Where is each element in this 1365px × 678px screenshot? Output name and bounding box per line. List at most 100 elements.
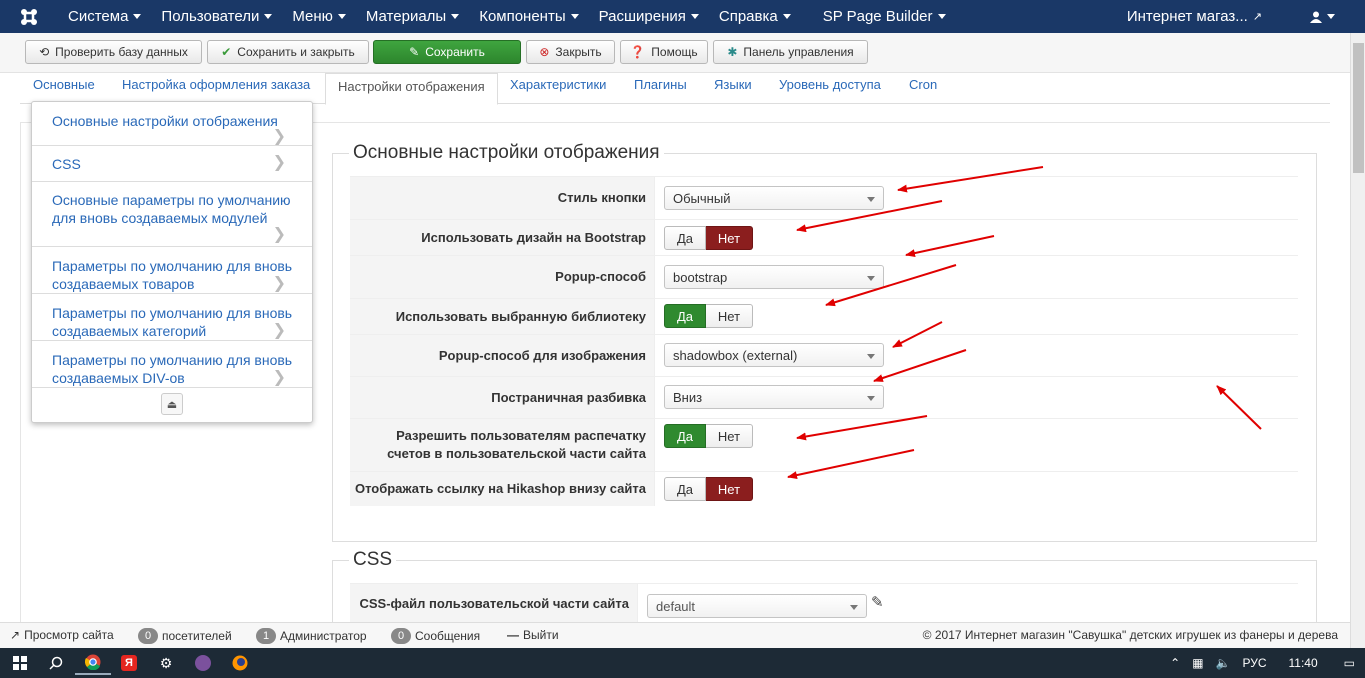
tab-cron[interactable]: Cron <box>909 77 937 92</box>
search-icon[interactable] <box>38 651 74 675</box>
caret-down-icon <box>133 14 142 19</box>
setting-row: Использовать выбранную библиотеку Да Нет <box>350 298 1298 334</box>
side-menu-item[interactable]: Параметры по умолчанию для вновь создава… <box>32 294 312 341</box>
image-popup-select[interactable]: shadowbox (external) <box>664 343 884 367</box>
chevron-right-icon: ❯ <box>272 128 286 145</box>
setting-row: Отображать ссылку на Hikashop внизу сайт… <box>350 471 1298 506</box>
section-title: Основные настройки отображения <box>349 142 664 164</box>
yandex-browser-icon[interactable]: Я <box>111 651 147 675</box>
tab-features[interactable]: Характеристики <box>510 77 606 92</box>
css-file-select[interactable]: default <box>647 594 867 618</box>
admins-status: 1 Администратор <box>256 628 367 644</box>
chevron-right-icon: ❯ <box>272 369 286 386</box>
section-title: CSS <box>349 549 397 571</box>
joomla-logo-icon[interactable] <box>0 0 58 33</box>
network-icon[interactable]: ▦ <box>1192 656 1203 670</box>
caret-down-icon <box>782 14 791 19</box>
yes-option[interactable]: Да <box>664 226 706 250</box>
popup-method-select[interactable]: bootstrap <box>664 265 884 289</box>
no-option[interactable]: Нет <box>706 304 753 328</box>
view-site-link[interactable]: ↗ Просмотр сайта <box>10 628 114 642</box>
chevron-up-icon[interactable]: ⌃ <box>1170 656 1180 670</box>
snowflake-icon: ✱ <box>727 45 738 59</box>
setting-row: Разрешить пользователям распечатку счето… <box>350 418 1298 471</box>
nav-menu-sp-page-builder[interactable]: SP Page Builder <box>813 0 956 33</box>
nav-menu-menus[interactable]: Меню <box>282 0 356 33</box>
chevron-right-icon: ❯ <box>272 275 286 292</box>
collapse-menu-button[interactable]: ⏏ <box>161 393 183 415</box>
windows-start-icon[interactable] <box>2 651 38 675</box>
messages-badge: 0 <box>391 628 411 644</box>
side-menu-item[interactable]: CSS ❯ <box>32 146 312 182</box>
control-panel-button[interactable]: ✱ Панель управления <box>713 40 868 64</box>
no-option[interactable]: Нет <box>706 477 753 501</box>
refresh-icon: ⟲ <box>39 45 50 59</box>
nav-menu-help[interactable]: Справка <box>709 0 801 33</box>
messages-status[interactable]: 0 Сообщения <box>391 628 480 644</box>
chevron-right-icon: ❯ <box>272 154 286 171</box>
caret-down-icon <box>690 14 699 19</box>
hikashop-link-toggle: Да Нет <box>664 477 753 501</box>
button-style-select[interactable]: Обычный <box>664 186 884 210</box>
settings-gear-icon[interactable]: ⚙ <box>148 651 184 675</box>
user-menu[interactable] <box>1300 0 1345 33</box>
setting-label: Использовать выбранную библиотеку <box>350 299 655 334</box>
language-indicator[interactable]: РУС <box>1242 656 1266 670</box>
dropdown-arrow-icon <box>867 276 875 281</box>
help-button[interactable]: ❓ Помощь <box>620 40 708 64</box>
site-link[interactable]: Интернет магаз... ↗ <box>1117 0 1272 33</box>
setting-label: Стиль кнопки <box>350 177 655 219</box>
external-link-icon: ↗ <box>1252 11 1262 23</box>
side-menu-item[interactable]: Основные параметры по умолчанию для внов… <box>32 182 312 247</box>
tab-checkout[interactable]: Настройка оформления заказа <box>122 77 310 92</box>
main-display-settings-fieldset: Основные настройки отображения Стиль кно… <box>332 142 1317 542</box>
yes-option[interactable]: Да <box>664 477 706 501</box>
setting-label: Разрешить пользователям распечатку счето… <box>350 419 655 471</box>
nav-menu-components[interactable]: Компоненты <box>469 0 588 33</box>
close-button[interactable]: ⊗ Закрыть <box>526 40 615 64</box>
nav-menu-extensions[interactable]: Расширения <box>589 0 709 33</box>
admins-badge: 1 <box>256 628 276 644</box>
tab-languages[interactable]: Языки <box>714 77 752 92</box>
notifications-icon[interactable]: ▭ <box>1344 656 1355 670</box>
copyright-text: © 2017 Интернет магазин "Савушка" детски… <box>922 628 1338 642</box>
question-icon: ❓ <box>630 45 646 59</box>
nav-menu-content[interactable]: Материалы <box>356 0 469 33</box>
yes-option[interactable]: Да <box>664 304 706 328</box>
setting-row: Стиль кнопки Обычный <box>350 176 1298 219</box>
save-close-button[interactable]: ✔ Сохранить и закрыть <box>207 40 369 64</box>
toolbar: ⟲ Проверить базу данных ✔ Сохранить и закр… <box>0 33 1350 73</box>
firefox-icon[interactable] <box>222 651 258 675</box>
caret-down-icon <box>264 14 273 19</box>
side-menu-item[interactable]: Параметры по умолчанию для вновь создава… <box>32 341 312 388</box>
pagination-select[interactable]: Вниз <box>664 385 884 409</box>
save-button[interactable]: ✎ Сохранить <box>373 40 521 64</box>
side-menu-item[interactable]: Параметры по умолчанию для вновь создава… <box>32 247 312 294</box>
pencil-icon[interactable]: ✎ <box>871 593 884 611</box>
side-menu-item[interactable]: Основные настройки отображения ❯ <box>32 102 312 146</box>
no-option[interactable]: Нет <box>706 226 753 250</box>
tab-plugins[interactable]: Плагины <box>634 77 687 92</box>
tab-general[interactable]: Основные <box>33 77 95 92</box>
yes-option[interactable]: Да <box>664 424 706 448</box>
tab-display[interactable]: Настройки отображения <box>325 73 498 105</box>
edit-icon: ✎ <box>409 45 420 59</box>
page-scrollbar[interactable] <box>1350 33 1365 648</box>
chrome-icon[interactable] <box>75 651 111 675</box>
user-icon <box>1310 11 1322 23</box>
visitors-badge: 0 <box>138 628 158 644</box>
check-database-button[interactable]: ⟲ Проверить базу данных <box>25 40 202 64</box>
windows-taskbar: Я ⚙ ⌃ ▦ 🔈 РУС 11:40 ▭ <box>0 648 1365 678</box>
tab-access-level[interactable]: Уровень доступа <box>779 77 881 92</box>
clock[interactable]: 11:40 <box>1289 656 1318 670</box>
volume-icon[interactable]: 🔈 <box>1216 656 1231 670</box>
scrollbar-thumb[interactable] <box>1353 43 1364 173</box>
external-link-icon: ↗ <box>10 628 21 642</box>
bootstrap-design-toggle: Да Нет <box>664 226 753 250</box>
dropdown-arrow-icon <box>867 197 875 202</box>
nav-menu-users[interactable]: Пользователи <box>151 0 282 33</box>
no-option[interactable]: Нет <box>706 424 753 448</box>
viber-icon[interactable] <box>185 651 221 675</box>
nav-menu-system[interactable]: Система <box>58 0 151 33</box>
logout-link[interactable]: — Выйти <box>507 628 559 642</box>
